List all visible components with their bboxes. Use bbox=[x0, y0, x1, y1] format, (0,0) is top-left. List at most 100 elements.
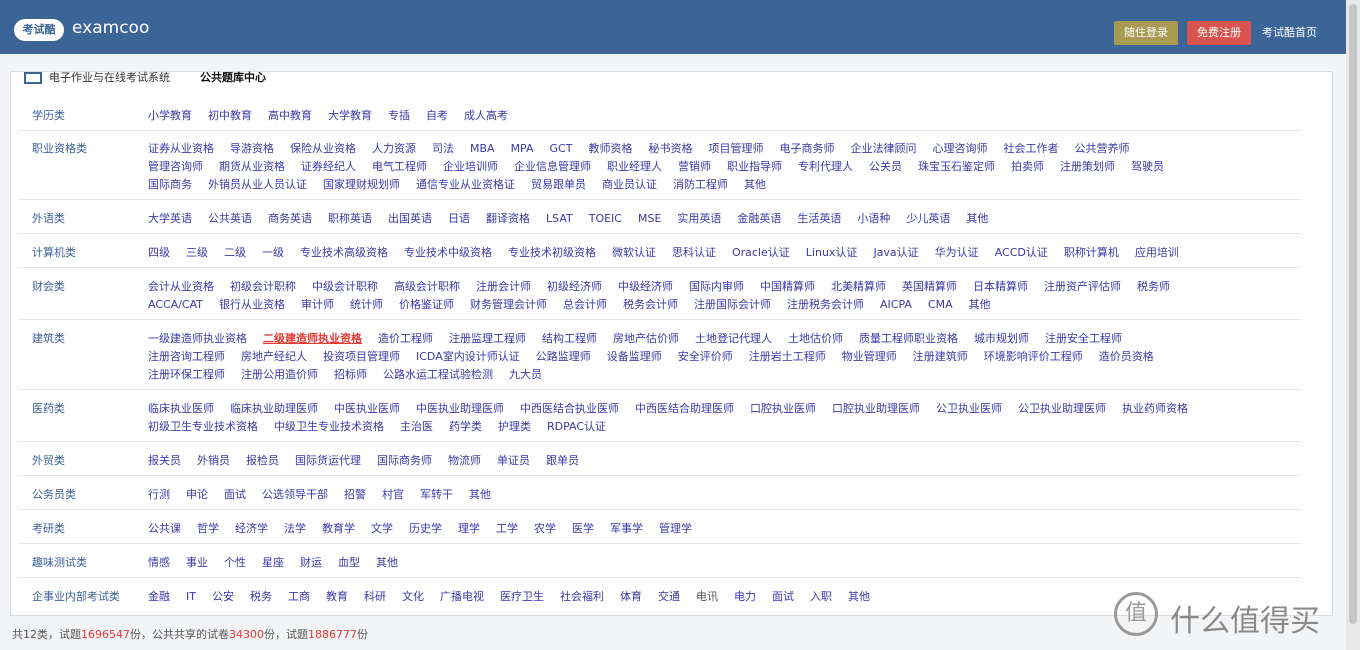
subcategory-link[interactable]: 哲学 bbox=[197, 520, 219, 536]
subcategory-link[interactable]: Java认证 bbox=[873, 244, 918, 260]
category-label[interactable]: 外贸类 bbox=[32, 452, 65, 468]
subcategory-link[interactable]: 注册策划师 bbox=[1060, 158, 1115, 174]
subcategory-link[interactable]: 物业管理师 bbox=[842, 348, 897, 364]
subcategory-link[interactable]: 注册岩土工程师 bbox=[749, 348, 826, 364]
subcategory-link[interactable]: 中医执业医师 bbox=[334, 400, 400, 416]
subcategory-link[interactable]: 电子商务师 bbox=[779, 140, 834, 156]
subcategory-link[interactable]: 其他 bbox=[376, 554, 398, 570]
subcategory-link[interactable]: 小学教育 bbox=[148, 107, 192, 123]
subcategory-link[interactable]: 司法 bbox=[432, 140, 454, 156]
subcategory-link[interactable]: 护理类 bbox=[498, 418, 531, 434]
subcategory-link[interactable]: 注册监理工程师 bbox=[449, 330, 526, 346]
subcategory-link[interactable]: 其他 bbox=[966, 210, 988, 226]
subcategory-link[interactable]: 北美精算师 bbox=[831, 278, 886, 294]
subcategory-link[interactable]: 出国英语 bbox=[388, 210, 432, 226]
subcategory-link[interactable]: 医疗卫生 bbox=[500, 588, 544, 604]
subcategory-link[interactable]: 商业员认证 bbox=[602, 176, 657, 192]
subcategory-link[interactable]: 导游资格 bbox=[230, 140, 274, 156]
subcategory-link[interactable]: 企业法律顾问 bbox=[850, 140, 916, 156]
subcategory-link[interactable]: 注册咨询工程师 bbox=[148, 348, 225, 364]
subcategory-link[interactable]: 成人高考 bbox=[464, 107, 508, 123]
subcategory-link[interactable]: 少儿英语 bbox=[906, 210, 950, 226]
subcategory-link[interactable]: 公卫执业助理医师 bbox=[1018, 400, 1106, 416]
subcategory-link[interactable]: 其他 bbox=[744, 176, 766, 192]
subcategory-link[interactable]: ICDA室内设计师认证 bbox=[416, 348, 520, 364]
subcategory-link[interactable]: 入职 bbox=[810, 588, 832, 604]
subcategory-link[interactable]: 专业技术高级资格 bbox=[300, 244, 388, 260]
subcategory-link[interactable]: 公共英语 bbox=[208, 210, 252, 226]
subcategory-link[interactable]: 自考 bbox=[426, 107, 448, 123]
subcategory-link[interactable]: IT bbox=[186, 590, 196, 603]
subcategory-link[interactable]: 历史学 bbox=[409, 520, 442, 536]
subcategory-link[interactable]: 星座 bbox=[262, 554, 284, 570]
subcategory-link[interactable]: 造价工程师 bbox=[378, 330, 433, 346]
subcategory-link[interactable]: 保险从业资格 bbox=[290, 140, 356, 156]
subcategory-link[interactable]: 社会工作者 bbox=[1003, 140, 1058, 156]
category-label[interactable]: 外语类 bbox=[32, 210, 65, 226]
category-label[interactable]: 医药类 bbox=[32, 400, 65, 416]
subcategory-link[interactable]: Linux认证 bbox=[806, 244, 858, 260]
subcategory-link[interactable]: 其他 bbox=[469, 486, 491, 502]
subcategory-link[interactable]: 总会计师 bbox=[563, 296, 607, 312]
subcategory-link[interactable]: GCT bbox=[550, 142, 573, 155]
subcategory-link[interactable]: 注册建筑师 bbox=[913, 348, 968, 364]
subcategory-link[interactable]: 项目管理师 bbox=[708, 140, 763, 156]
subcategory-link[interactable]: 中级经济师 bbox=[618, 278, 673, 294]
subcategory-link[interactable]: 管理学 bbox=[659, 520, 692, 536]
subcategory-link[interactable]: 公共课 bbox=[148, 520, 181, 536]
subcategory-link[interactable]: 公路水运工程试验检测 bbox=[383, 366, 493, 382]
subcategory-link[interactable]: 执业药师资格 bbox=[1122, 400, 1188, 416]
subcategory-link[interactable]: 秘书资格 bbox=[648, 140, 692, 156]
subcategory-link[interactable]: 血型 bbox=[338, 554, 360, 570]
subcategory-link[interactable]: 金融英语 bbox=[737, 210, 781, 226]
subcategory-link[interactable]: 审计师 bbox=[301, 296, 334, 312]
subcategory-link[interactable]: 广播电视 bbox=[440, 588, 484, 604]
subcategory-link[interactable]: 主治医 bbox=[400, 418, 433, 434]
subcategory-link[interactable]: 日本精算师 bbox=[973, 278, 1028, 294]
subcategory-link[interactable]: 公关员 bbox=[869, 158, 902, 174]
subcategory-link[interactable]: 职业指导师 bbox=[727, 158, 782, 174]
subcategory-link[interactable]: 投资项目管理师 bbox=[323, 348, 400, 364]
subcategory-link[interactable]: RDPAC认证 bbox=[547, 418, 606, 434]
subcategory-link[interactable]: 国际货运代理 bbox=[295, 452, 361, 468]
category-label[interactable]: 财会类 bbox=[32, 278, 65, 294]
subcategory-link[interactable]: 事业 bbox=[186, 554, 208, 570]
subcategory-link[interactable]: 大学英语 bbox=[148, 210, 192, 226]
subcategory-link[interactable]: 小语种 bbox=[857, 210, 890, 226]
subcategory-link[interactable]: 期货从业资格 bbox=[219, 158, 285, 174]
subcategory-link[interactable]: 拍卖师 bbox=[1011, 158, 1044, 174]
subcategory-link[interactable]: 注册税务会计师 bbox=[787, 296, 864, 312]
subcategory-link[interactable]: 营销师 bbox=[678, 158, 711, 174]
subcategory-link[interactable]: 药学类 bbox=[449, 418, 482, 434]
breadcrumb-system[interactable]: 电子作业与在线考试系统 bbox=[49, 69, 170, 85]
subcategory-link[interactable]: 商务英语 bbox=[268, 210, 312, 226]
subcategory-link[interactable]: TOEIC bbox=[589, 212, 622, 225]
subcategory-link[interactable]: 注册环保工程师 bbox=[148, 366, 225, 382]
subcategory-link[interactable]: 公卫执业医师 bbox=[936, 400, 1002, 416]
subcategory-link[interactable]: 土地登记代理人 bbox=[695, 330, 772, 346]
subcategory-link[interactable]: 文化 bbox=[402, 588, 424, 604]
subcategory-link[interactable]: 跟单员 bbox=[546, 452, 579, 468]
subcategory-link[interactable]: 高级会计职称 bbox=[394, 278, 460, 294]
subcategory-link[interactable]: 注册资产评估师 bbox=[1044, 278, 1121, 294]
subcategory-link[interactable]: 文学 bbox=[371, 520, 393, 536]
subcategory-link[interactable]: 注册国际会计师 bbox=[694, 296, 771, 312]
subcategory-link[interactable]: 其他 bbox=[969, 296, 991, 312]
subcategory-link[interactable]: 设备监理师 bbox=[607, 348, 662, 364]
subcategory-link[interactable]: 九大员 bbox=[509, 366, 542, 382]
subcategory-link[interactable]: 统计师 bbox=[350, 296, 383, 312]
subcategory-link[interactable]: 微软认证 bbox=[612, 244, 656, 260]
subcategory-link[interactable]: 经济学 bbox=[235, 520, 268, 536]
subcategory-link[interactable]: 工学 bbox=[496, 520, 518, 536]
subcategory-link[interactable]: 初中教育 bbox=[208, 107, 252, 123]
subcategory-link[interactable]: 房地产估价师 bbox=[613, 330, 679, 346]
subcategory-link[interactable]: 专利代理人 bbox=[798, 158, 853, 174]
subcategory-link[interactable]: 工商 bbox=[288, 588, 310, 604]
subcategory-link[interactable]: 专业技术初级资格 bbox=[508, 244, 596, 260]
subcategory-link[interactable]: 通信专业从业资格证 bbox=[416, 176, 515, 192]
subcategory-link[interactable]: 职称英语 bbox=[328, 210, 372, 226]
subcategory-link[interactable]: 口腔执业医师 bbox=[750, 400, 816, 416]
subcategory-link[interactable]: 电力 bbox=[734, 588, 756, 604]
subcategory-link[interactable]: 初级经济师 bbox=[547, 278, 602, 294]
subcategory-link[interactable]: 会计从业资格 bbox=[148, 278, 214, 294]
